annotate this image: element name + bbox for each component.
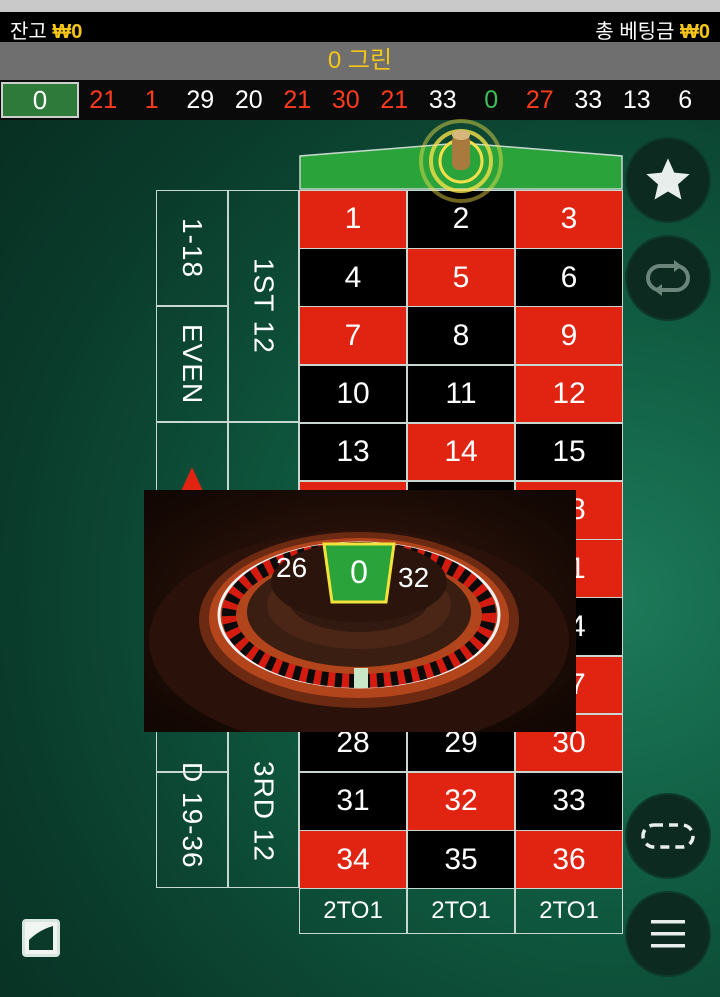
- history-item: 1: [144, 85, 159, 114]
- history-item: 20: [234, 85, 263, 114]
- star-icon: [646, 158, 690, 200]
- number-cell-4[interactable]: 4: [299, 248, 407, 307]
- history-item: 33: [428, 85, 457, 114]
- balance-value: ₩0: [52, 21, 83, 43]
- balance-label: 잔고: [10, 21, 47, 43]
- history-item: 13: [622, 85, 651, 114]
- number-cell-15[interactable]: 15: [515, 422, 623, 482]
- number-cell-8[interactable]: 8: [407, 306, 515, 366]
- column-3-label: 2TO1: [539, 897, 599, 924]
- bet-column-3[interactable]: 2TO1: [515, 888, 623, 934]
- wheel-image: [144, 490, 576, 732]
- wheel-video[interactable]: 26 0 32: [144, 490, 576, 732]
- column-1-label: 2TO1: [323, 897, 383, 924]
- history-item: 0: [484, 85, 499, 114]
- number-cell-34[interactable]: 34: [299, 830, 407, 889]
- wheel-center-number: 0: [350, 554, 368, 590]
- number-cell-5[interactable]: 5: [407, 248, 515, 307]
- history-item: 21: [89, 85, 118, 114]
- column-2-label: 2TO1: [431, 897, 491, 924]
- bet-column-2[interactable]: 2TO1: [407, 888, 515, 934]
- history-item: 6: [678, 85, 693, 114]
- number-cell-13[interactable]: 13: [299, 422, 407, 482]
- menu-button[interactable]: [625, 891, 711, 977]
- number-cell-11[interactable]: 11: [407, 364, 515, 424]
- number-cell-33[interactable]: 33: [515, 772, 623, 831]
- number-cell-14[interactable]: 14: [407, 422, 515, 482]
- total-bet-value: ₩0: [680, 21, 710, 43]
- history-item: 29: [186, 85, 215, 114]
- number-cell-31[interactable]: 31: [299, 772, 407, 831]
- bet-high-label: 19-36: [177, 791, 208, 869]
- balance: 잔고 ₩0: [10, 15, 82, 44]
- repeat-button[interactable]: [625, 235, 711, 321]
- history-item: 21: [380, 85, 409, 114]
- number-cell-7[interactable]: 7: [299, 306, 407, 366]
- dozen-3-label: 3RD 12: [248, 760, 280, 862]
- favourites-button[interactable]: [625, 137, 711, 223]
- video-toggle-button[interactable]: [22, 919, 60, 957]
- history-item: 30: [331, 85, 360, 114]
- number-cell-10[interactable]: 10: [299, 364, 407, 424]
- history-latest: 0: [1, 82, 79, 118]
- video-toggle-icon: [25, 922, 57, 954]
- bet-column-1[interactable]: 2TO1: [299, 888, 407, 934]
- bet-even[interactable]: EVEN: [156, 306, 228, 422]
- number-cell-9[interactable]: 9: [515, 306, 623, 366]
- menu-icon: [651, 920, 685, 948]
- number-cell-12[interactable]: 12: [515, 364, 623, 424]
- number-cell-36[interactable]: 36: [515, 830, 623, 889]
- history-item: 27: [525, 85, 554, 114]
- total-bet-label: 총 베팅금: [595, 21, 675, 43]
- bet-high[interactable]: 19-36: [156, 772, 228, 888]
- dozen-1-label: 1ST 12: [248, 258, 280, 354]
- number-cell-32[interactable]: 32: [407, 772, 515, 831]
- chip-rack-icon: [641, 823, 695, 849]
- number-cell-35[interactable]: 35: [407, 830, 515, 889]
- result-text: 0 그린: [327, 47, 393, 74]
- bet-dozen-1[interactable]: 1ST 12: [228, 190, 299, 422]
- repeat-icon: [646, 260, 690, 296]
- history-item: 21: [283, 85, 312, 114]
- bet-low-label: 1-18: [177, 217, 208, 279]
- status-strip: [0, 0, 720, 12]
- wheel-left-number: 26: [276, 552, 308, 583]
- bet-low[interactable]: 1-18: [156, 190, 228, 306]
- total-bet: 총 베팅금 ₩0: [595, 15, 710, 44]
- result-banner: 0 그린: [0, 42, 720, 80]
- win-marker-icon: [419, 119, 503, 203]
- number-cell-1[interactable]: 1: [299, 190, 407, 249]
- balance-bar: 잔고 ₩0 총 베팅금 ₩0: [0, 12, 720, 44]
- history-item: 33: [574, 85, 603, 114]
- number-cell-6[interactable]: 6: [515, 248, 623, 307]
- bet-even-label: EVEN: [177, 323, 208, 405]
- roulette-screen: 잔고 ₩0 총 베팅금 ₩0 0 그린 0 21 1 29 20 21 30 21 33 0 27…: [0, 0, 720, 997]
- history-bar: 0 21 1 29 20 21 30 21 33 0 27 33 13 6: [0, 80, 720, 120]
- wheel-right-number: 32: [398, 562, 430, 593]
- chip-rack-button[interactable]: [625, 793, 711, 879]
- number-cell-3[interactable]: 3: [515, 190, 623, 249]
